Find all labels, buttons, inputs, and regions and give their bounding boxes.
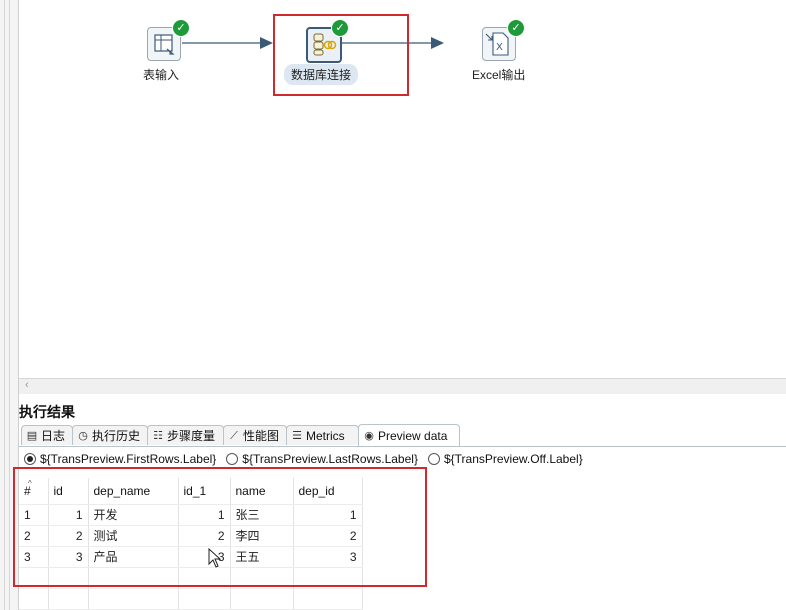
highlight-box-grid (13, 467, 427, 587)
log-icon: ▤ (26, 429, 38, 442)
radio-label: ${TransPreview.FirstRows.Label} (40, 452, 217, 466)
highlight-box-step (273, 14, 409, 96)
tab-log[interactable]: ▤ 日志 (21, 425, 73, 445)
canvas-horizontal-scrollbar[interactable]: ‹ (19, 378, 786, 394)
tab-label: Preview data (378, 428, 448, 443)
chart-icon: ⟋ (230, 429, 238, 442)
tab-preview-data[interactable]: ◉ Preview data (358, 424, 460, 446)
radio-label: ${TransPreview.LastRows.Label} (242, 452, 418, 466)
radio-indicator[interactable] (24, 453, 36, 465)
preview-options: ${TransPreview.FirstRows.Label} ${TransP… (19, 449, 786, 469)
step-table-input[interactable]: ✓ (147, 19, 190, 61)
hop-1-arrow (260, 37, 273, 49)
transformation-canvas[interactable]: ✓ 表输入 ✓ 数据库连接 X ✓ Excel输出 (19, 0, 786, 378)
radio-first-rows[interactable]: ${TransPreview.FirstRows.Label} (24, 452, 216, 466)
status-ok-icon: ✓ (172, 19, 190, 37)
results-tabs: ▤ 日志 ◷ 执行历史 ☷ 步骤度量 ⟋ 性能图 ☰ Metrics ◉ Pre… (19, 424, 786, 447)
scroll-left-icon[interactable]: ‹ (25, 379, 29, 391)
svg-text:X: X (496, 42, 503, 53)
tab-performance-chart[interactable]: ⟋ 性能图 (223, 425, 287, 445)
step-label-table-input: 表输入 (143, 68, 180, 82)
tab-label: 日志 (41, 429, 66, 443)
panel-title: 执行结果 (19, 404, 75, 420)
metrics-icon: ☰ (292, 429, 302, 442)
radio-indicator[interactable] (226, 453, 239, 465)
step-label-excel-output: Excel输出 (472, 68, 526, 82)
tab-history[interactable]: ◷ 执行历史 (72, 425, 148, 445)
step-excel-output[interactable]: X ✓ (482, 19, 525, 61)
metrics-list-icon: ☷ (153, 429, 163, 442)
radio-label: ${TransPreview.Off.Label} (443, 452, 583, 466)
tab-step-metrics[interactable]: ☷ 步骤度量 (147, 425, 224, 445)
radio-off[interactable]: ${TransPreview.Off.Label} (427, 452, 583, 466)
tab-label: 执行历史 (92, 429, 141, 443)
tab-metrics[interactable]: ☰ Metrics (286, 425, 359, 445)
mouse-cursor-icon (208, 548, 222, 568)
eye-icon: ◉ (364, 429, 374, 442)
tab-label: 性能图 (243, 429, 280, 443)
tab-label: Metrics (306, 428, 345, 443)
tab-label: 步骤度量 (167, 429, 216, 443)
table-row-empty (19, 588, 363, 610)
history-icon: ◷ (78, 429, 88, 442)
hop-2-arrow (431, 37, 444, 49)
radio-last-rows[interactable]: ${TransPreview.LastRows.Label} (226, 452, 418, 466)
radio-indicator[interactable] (427, 453, 440, 465)
status-ok-icon: ✓ (507, 19, 525, 37)
